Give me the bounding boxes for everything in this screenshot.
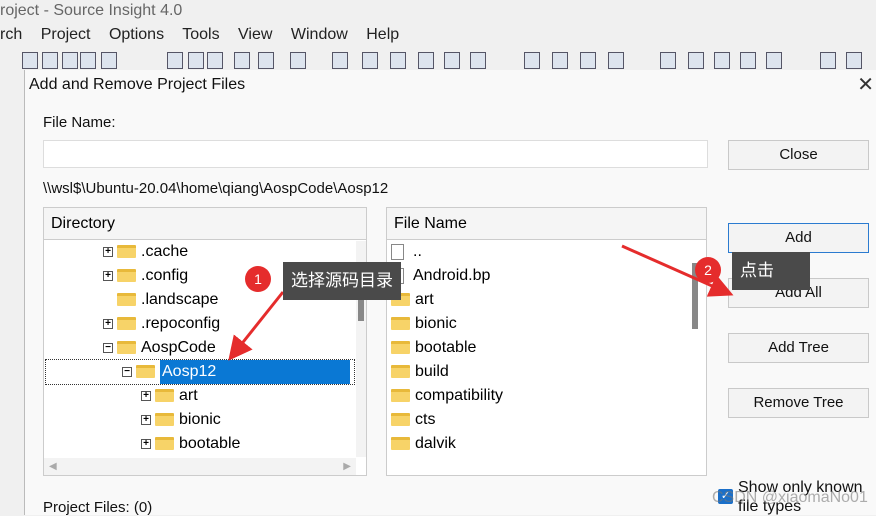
arrow-to-aosp12 [228, 291, 285, 361]
step-1-tooltip: 选择源码目录 [283, 262, 401, 300]
watermark: CSDN @xiaomaNo01 [712, 489, 868, 506]
step-2-tooltip: 点击 [732, 252, 810, 290]
step-1-badge: 1 [245, 266, 271, 292]
step-2-badge: 2 [695, 257, 721, 283]
